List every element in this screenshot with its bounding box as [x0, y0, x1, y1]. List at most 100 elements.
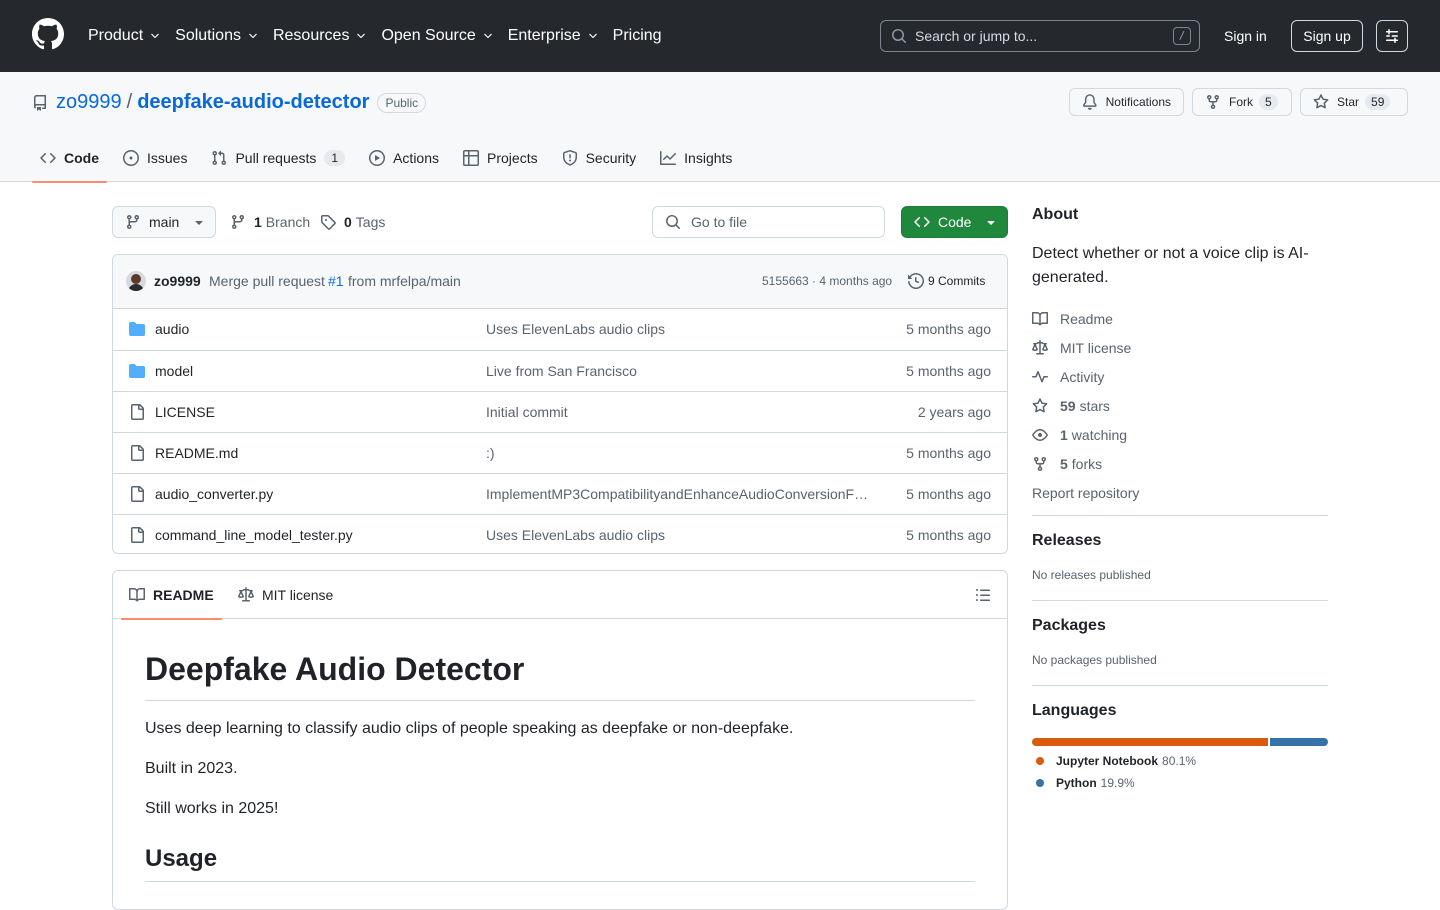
file-row[interactable]: model Live from San Francisco 5 months ago [113, 350, 1007, 391]
file-commit-message[interactable]: ImplementMP3CompatibilityandEnhanceAudio… [486, 486, 871, 502]
file-commit-date: 5 months ago [906, 486, 991, 502]
file-name-link[interactable]: audio [155, 321, 189, 337]
tab-insights[interactable]: Insights [652, 144, 740, 182]
watchers-link[interactable]: 1 watching [1032, 420, 1328, 449]
commit-meta[interactable]: 5155663 · 4 months ago [762, 274, 892, 288]
github-logo-icon[interactable] [32, 18, 64, 50]
branch-select-button[interactable]: main [112, 206, 216, 238]
readme-link[interactable]: Readme [1032, 304, 1328, 333]
tab-security[interactable]: Security [554, 144, 645, 182]
commits-history-link[interactable]: 9 Commits [908, 273, 985, 289]
nav-resources-label: Resources [272, 27, 350, 44]
file-name-link[interactable]: audio_converter.py [155, 486, 273, 502]
file-name-link[interactable]: command_line_model_tester.py [155, 527, 353, 543]
activity-link[interactable]: Activity [1032, 362, 1328, 391]
fork-count: 5 [1259, 94, 1278, 110]
star-button[interactable]: Star 59 [1300, 88, 1408, 116]
releases-heading[interactable]: Releases [1032, 532, 1328, 550]
language-bar [1032, 738, 1328, 746]
readme-header: README MIT license [113, 571, 1007, 620]
language-bar-segment [1269, 738, 1328, 746]
forks-link[interactable]: 5 forks [1032, 449, 1328, 478]
file-commit-message[interactable]: Uses ElevenLabs audio clips [486, 321, 871, 337]
commit-author[interactable]: zo9999 [154, 273, 201, 289]
file-row[interactable]: audio_converter.py ImplementMP3Compatibil… [113, 473, 1007, 514]
nav-pricing[interactable]: Pricing [613, 27, 662, 45]
nav-solutions[interactable]: Solutions [175, 27, 259, 45]
branch-name: main [149, 214, 180, 230]
file-commit-message[interactable]: Live from San Francisco [486, 363, 871, 379]
triangle-down-icon [987, 221, 996, 225]
language-item[interactable]: Jupyter Notebook 80.1% [1036, 754, 1328, 768]
file-commit-date: 5 months ago [906, 321, 991, 337]
main-nav: Product Solutions Resources Open Source … [88, 0, 676, 72]
folder-icon [129, 364, 145, 378]
global-header: Product Solutions Resources Open Source … [0, 0, 1440, 72]
play-icon [369, 150, 386, 166]
fork-icon [1207, 95, 1219, 110]
book-icon [129, 587, 145, 602]
go-to-file-input[interactable]: Go to file [652, 206, 885, 238]
code-dropdown-button[interactable]: Code [901, 206, 1008, 238]
fork-icon [1034, 456, 1046, 471]
tab-actions[interactable]: Actions [361, 144, 447, 182]
search-input[interactable]: Search or jump to... / [880, 20, 1200, 52]
license-link[interactable]: MIT license [1032, 333, 1328, 362]
search-icon [892, 29, 907, 44]
nav-resources[interactable]: Resources [273, 27, 367, 45]
graph-icon [660, 151, 677, 165]
code-icon [40, 152, 56, 164]
file-name-link[interactable]: LICENSE [155, 404, 215, 420]
repo-owner-link[interactable]: zo9999 [56, 91, 122, 114]
repo-sidebar: About Detect whether or not a voice clip… [1032, 206, 1328, 790]
tags-link[interactable]: 0 Tags [320, 214, 385, 230]
tab-issues[interactable]: Issues [115, 144, 195, 182]
sign-in-link[interactable]: Sign in [1214, 20, 1277, 52]
file-row[interactable]: command_line_model_tester.py Uses ElevenL… [113, 514, 1007, 553]
file-commit-message[interactable]: :) [486, 445, 871, 461]
language-item[interactable]: Python 19.9% [1036, 776, 1328, 790]
file-commit-message[interactable]: Uses ElevenLabs audio clips [486, 527, 871, 543]
divider [1032, 515, 1328, 516]
tab-readme[interactable]: README [121, 571, 222, 620]
nav-product[interactable]: Product [88, 27, 161, 45]
readme-panel: README MIT license Deepfake Audio Detect… [112, 570, 1008, 910]
avatar[interactable] [126, 271, 146, 291]
tab-license[interactable]: MIT license [230, 571, 341, 619]
tab-pull-requests[interactable]: Pull requests 1 [203, 144, 353, 182]
stars-link[interactable]: 59 stars [1032, 391, 1328, 420]
commit-message-prefix[interactable]: Merge pull request [209, 273, 325, 289]
stars-label: stars [1079, 397, 1110, 414]
repo-name-link[interactable]: deepfake-audio-detector [137, 91, 369, 114]
fork-button[interactable]: Fork 5 [1192, 88, 1292, 116]
file-name-link[interactable]: README.md [155, 445, 238, 461]
notifications-button[interactable]: Notifications [1069, 88, 1184, 116]
law-icon [238, 587, 254, 602]
commit-pr-link[interactable]: #1 [328, 273, 344, 289]
branches-link[interactable]: 1 Branch [230, 214, 310, 230]
nav-solutions-label: Solutions [175, 27, 241, 44]
file-row[interactable]: audio Uses ElevenLabs audio clips 5 months… [113, 309, 1007, 350]
file-name-link[interactable]: model [155, 363, 193, 379]
list-unordered-icon [976, 589, 990, 601]
activity-link-label: Activity [1060, 368, 1105, 385]
nav-open-source[interactable]: Open Source [381, 27, 493, 45]
file-row[interactable]: README.md:) 5 months ago [113, 432, 1007, 473]
file-commit-message[interactable]: Initial commit [486, 404, 871, 420]
tab-projects[interactable]: Projects [455, 144, 546, 182]
settings-menu-button[interactable] [1376, 20, 1408, 52]
file-row[interactable]: LICENSE Initial commit 2 years ago [113, 391, 1007, 432]
nav-enterprise[interactable]: Enterprise [508, 27, 599, 45]
commit-message-suffix[interactable]: from mrfelpa/main [348, 273, 461, 289]
commits-count-label: 9 Commits [928, 274, 986, 288]
tab-code[interactable]: Code [32, 144, 107, 183]
sign-up-button[interactable]: Sign up [1291, 20, 1363, 52]
notifications-label: Notifications [1105, 95, 1171, 109]
language-color-dot [1036, 779, 1044, 787]
star-icon [1032, 397, 1048, 412]
repo-separator: / [126, 91, 133, 113]
outline-button[interactable] [975, 587, 991, 603]
report-repository-link[interactable]: Report repository [1032, 478, 1328, 507]
packages-heading[interactable]: Packages [1032, 617, 1328, 635]
watching-count: 1 [1060, 426, 1068, 443]
